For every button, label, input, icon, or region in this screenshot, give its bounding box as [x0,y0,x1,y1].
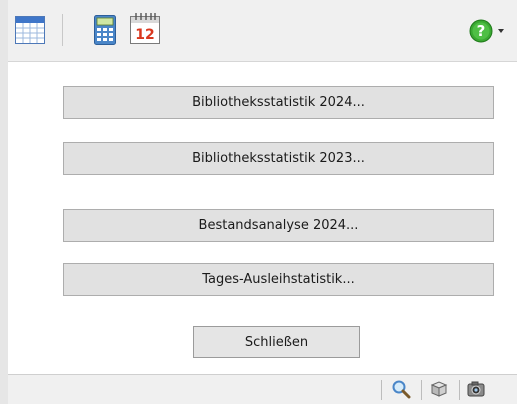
status-bar [8,374,517,404]
toolbar: 12 ? [8,0,517,62]
calendar-icon[interactable]: 12 [130,12,160,44]
calendar-day-text: 12 [135,27,154,43]
magnifier-icon[interactable] [391,379,411,399]
daily-loan-stats-button[interactable]: Tages-Ausleihstatistik... [63,263,494,296]
toolbar-separator [62,14,63,46]
statusbar-separator [459,380,460,400]
close-button[interactable]: Schließen [193,326,360,358]
inventory-analysis-2024-button[interactable]: Bestandsanalyse 2024... [63,209,494,242]
calculator-icon[interactable] [94,15,116,45]
camera-icon[interactable] [466,379,486,399]
statusbar-separator [421,380,422,400]
library-stats-2024-button[interactable]: Bibliotheksstatistik 2024... [63,86,494,119]
statusbar-separator [381,380,382,400]
box-icon[interactable] [429,379,449,399]
window-left-edge [0,0,8,404]
help-glyph: ? [477,22,486,40]
library-stats-2023-button[interactable]: Bibliotheksstatistik 2023... [63,142,494,175]
statistics-panel: Bibliotheksstatistik 2024... Bibliotheks… [8,62,517,374]
dropdown-arrow-icon[interactable] [497,28,505,34]
table-view-icon[interactable] [15,16,45,44]
help-icon[interactable]: ? [469,19,493,43]
